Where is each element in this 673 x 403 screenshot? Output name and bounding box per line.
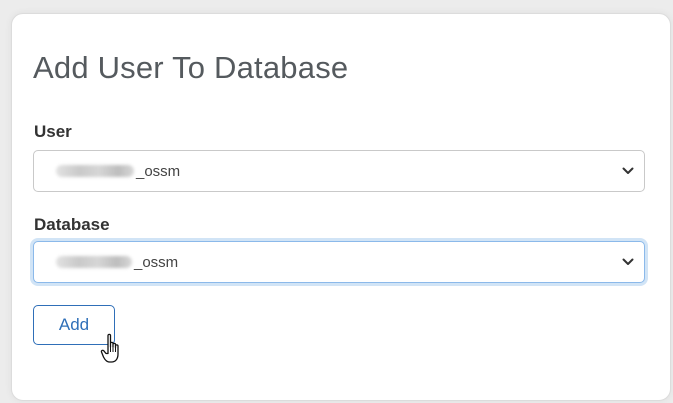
redacted-database-prefix xyxy=(56,256,132,268)
add-user-to-database-card: Add User To Database User _ossm Database… xyxy=(11,13,671,401)
user-label: User xyxy=(34,122,72,141)
database-select-value: _ossm xyxy=(56,254,178,271)
database-label: Database xyxy=(34,215,110,234)
user-select[interactable]: _ossm xyxy=(33,150,645,192)
page-title: Add User To Database xyxy=(33,50,349,85)
hand-pointer-cursor-icon xyxy=(100,333,119,363)
user-value-suffix: _ossm xyxy=(136,162,181,180)
user-select-value: _ossm xyxy=(56,163,180,180)
chevron-down-icon xyxy=(622,258,634,265)
redacted-username-prefix xyxy=(56,165,134,177)
database-value-suffix: _ossm xyxy=(134,253,179,271)
chevron-down-icon xyxy=(622,167,634,174)
database-select[interactable]: _ossm xyxy=(33,241,645,283)
